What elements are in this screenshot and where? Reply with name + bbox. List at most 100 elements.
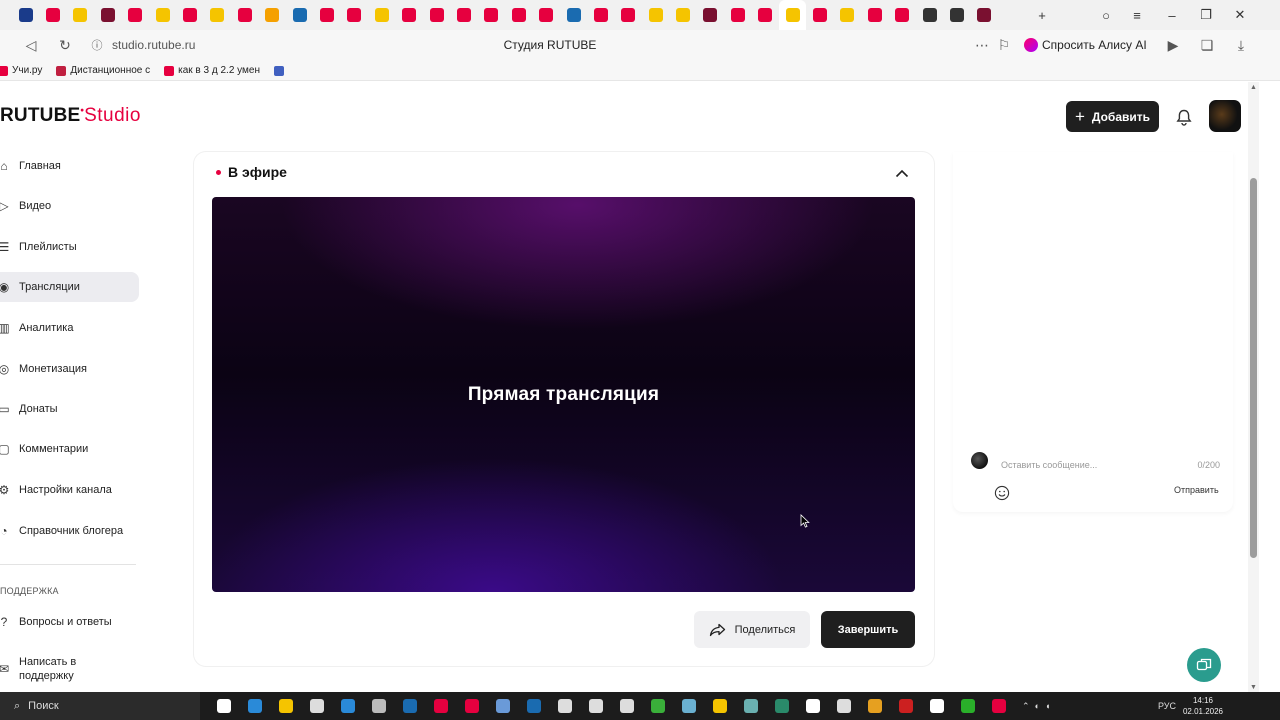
tray-chevron-icon[interactable]: ⌃: [1022, 701, 1030, 712]
browser-tab[interactable]: [778, 0, 807, 30]
sidebar-item-donate[interactable]: ▭ Донаты: [0, 394, 139, 424]
taskbar-app-icon[interactable]: [611, 692, 642, 720]
browser-tab[interactable]: [122, 0, 149, 30]
taskbar-app-icon[interactable]: [239, 692, 270, 720]
scroll-down-icon[interactable]: ▼: [1250, 684, 1257, 691]
page-scrollbar[interactable]: ▲ ▼: [1248, 82, 1259, 692]
menu-icon[interactable]: ≡: [1120, 0, 1154, 30]
taskbar-clock[interactable]: 14:16 02.01.2026: [1180, 695, 1226, 717]
browser-tab[interactable]: [67, 0, 94, 30]
browser-tab[interactable]: [176, 0, 203, 30]
browser-tab[interactable]: [532, 0, 559, 30]
sidebar-item-monetization[interactable]: ◎ Монетизация: [0, 354, 139, 384]
emoji-icon[interactable]: [993, 484, 1011, 502]
taskbar-app-icon[interactable]: [704, 692, 735, 720]
browser-tab[interactable]: [149, 0, 176, 30]
browser-tab[interactable]: [231, 0, 258, 30]
sidebar-item-mail[interactable]: ✉ Написать в поддержку: [0, 652, 139, 686]
minimize-button[interactable]: –: [1155, 0, 1189, 30]
language-indicator[interactable]: РУС: [1158, 701, 1176, 711]
support-chat-button[interactable]: [1187, 648, 1221, 682]
bookmark-icon[interactable]: ⚐: [995, 36, 1013, 54]
chat-message-input[interactable]: Оставить сообщение... 0/200: [996, 456, 1220, 474]
taskbar-app-icon[interactable]: [208, 692, 239, 720]
browser-tab[interactable]: [971, 0, 998, 30]
rutube-studio-logo[interactable]: RUTUBE•Studio: [0, 105, 141, 127]
bookmark-item[interactable]: Учи.ру: [0, 65, 42, 76]
more-icon[interactable]: ⋯: [973, 36, 991, 54]
browser-tab[interactable]: [642, 0, 669, 30]
sidebar-item-help[interactable]: ? Вопросы и ответы: [0, 607, 139, 637]
taskbar-app-icon[interactable]: [766, 692, 797, 720]
downloads-icon[interactable]: ⤓: [1232, 36, 1250, 54]
user-avatar[interactable]: [1209, 100, 1241, 132]
taskbar-app-icon[interactable]: [921, 692, 952, 720]
finish-stream-button[interactable]: Завершить: [821, 611, 915, 648]
alice-button[interactable]: Спросить Алису AI: [1024, 35, 1147, 55]
browser-tab[interactable]: [615, 0, 642, 30]
sidebar-item-comments[interactable]: ▢ Комментарии: [0, 434, 139, 464]
browser-tab[interactable]: [806, 0, 833, 30]
taskbar-app-icon[interactable]: [394, 692, 425, 720]
sidebar-item-handbook[interactable]: ◔ Справочник блогера: [0, 516, 139, 546]
bookmark-item[interactable]: Дистанционное с: [56, 65, 150, 76]
browser-tab[interactable]: [916, 0, 943, 30]
browser-tab[interactable]: [341, 0, 368, 30]
notifications-bell-icon[interactable]: [1173, 106, 1195, 128]
taskbar-app-icon[interactable]: [859, 692, 890, 720]
taskbar-app-icon[interactable]: [332, 692, 363, 720]
taskbar-app-icon[interactable]: [673, 692, 704, 720]
share-button[interactable]: Поделиться: [694, 611, 810, 648]
scrollbar-thumb[interactable]: [1250, 178, 1257, 558]
sidebar-item-home[interactable]: ⌂ Главная: [0, 151, 139, 181]
tray-volume-icon[interactable]: ◖: [1045, 701, 1050, 711]
browser-tab[interactable]: [889, 0, 916, 30]
tray-network-icon[interactable]: ◐: [1035, 701, 1040, 711]
video-player[interactable]: Прямая трансляция: [212, 197, 915, 592]
browser-tab[interactable]: [478, 0, 505, 30]
browser-tab[interactable]: [450, 0, 477, 30]
bookmark-item[interactable]: [274, 65, 285, 76]
browser-tab[interactable]: [368, 0, 395, 30]
browser-tab[interactable]: [505, 0, 532, 30]
browser-tab[interactable]: [423, 0, 450, 30]
sidebar-item-analytics[interactable]: ▥ Аналитика: [0, 313, 139, 343]
taskbar-app-icon[interactable]: [363, 692, 394, 720]
sidebar-item-gear[interactable]: ⚙ Настройки канала: [0, 475, 139, 505]
taskbar-search[interactable]: ⌕ Поиск: [0, 692, 200, 720]
taskbar-app-icon[interactable]: [642, 692, 673, 720]
browser-tab[interactable]: [39, 0, 66, 30]
taskbar-app-icon[interactable]: [797, 692, 828, 720]
taskbar-app-icon[interactable]: [983, 692, 1014, 720]
taskbar-app-icon[interactable]: [828, 692, 859, 720]
scroll-up-icon[interactable]: ▲: [1250, 84, 1257, 91]
taskbar-app-icon[interactable]: [580, 692, 611, 720]
browser-tab[interactable]: [12, 0, 39, 30]
browser-tab[interactable]: [834, 0, 861, 30]
maximize-button[interactable]: ❐: [1189, 0, 1223, 30]
browser-tab[interactable]: [697, 0, 724, 30]
collections-icon[interactable]: ❏: [1198, 36, 1216, 54]
browser-tab[interactable]: [204, 0, 231, 30]
sidebar-item-playlist[interactable]: ☰ Плейлисты: [0, 232, 139, 262]
taskbar-app-icon[interactable]: [549, 692, 580, 720]
taskbar-app-icon[interactable]: [425, 692, 456, 720]
collapse-chevron-icon[interactable]: [894, 165, 910, 181]
browser-tab[interactable]: [724, 0, 751, 30]
browser-tab[interactable]: [669, 0, 696, 30]
sidebar-item-broadcast[interactable]: ◉ Трансляции: [0, 272, 139, 302]
send-message-button[interactable]: Отправить: [1174, 485, 1219, 495]
browser-tab[interactable]: [943, 0, 970, 30]
new-tab-button[interactable]: +: [1025, 0, 1059, 30]
browser-tab[interactable]: [861, 0, 888, 30]
taskbar-app-icon[interactable]: [890, 692, 921, 720]
media-icon[interactable]: ▶: [1164, 36, 1182, 54]
sidebar-item-video[interactable]: ▷ Видео: [0, 191, 139, 221]
bookmark-item[interactable]: как в 3 д 2.2 умен: [164, 65, 260, 76]
taskbar-app-icon[interactable]: [270, 692, 301, 720]
add-button[interactable]: + Добавить: [1066, 101, 1159, 132]
profile-icon[interactable]: ○: [1089, 0, 1123, 30]
browser-tab[interactable]: [587, 0, 614, 30]
browser-tab[interactable]: [286, 0, 313, 30]
taskbar-app-icon[interactable]: [301, 692, 332, 720]
